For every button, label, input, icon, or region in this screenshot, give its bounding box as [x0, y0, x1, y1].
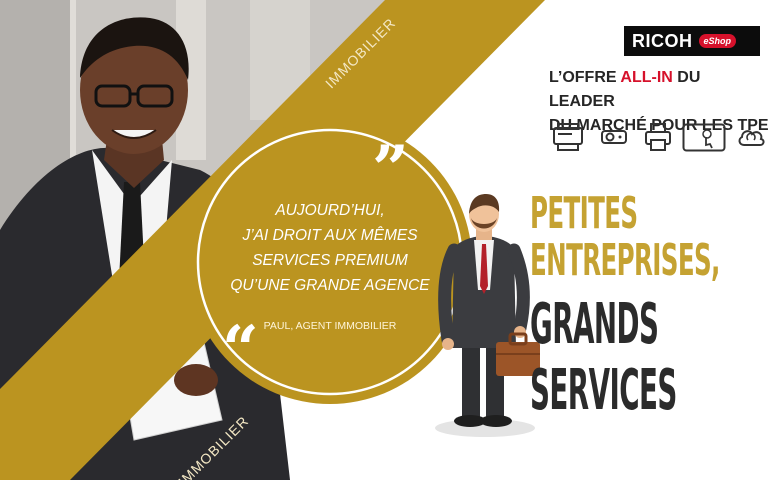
offer-accent: ALL-IN	[620, 69, 673, 86]
headline-line-4: services	[530, 358, 677, 423]
brand-name: RICOH	[632, 30, 693, 51]
quote-open-mark: ”	[372, 132, 409, 207]
multifunction-printer-icon	[553, 123, 583, 151]
quote-line: Aujourd’hui,	[275, 202, 385, 219]
headline-line-1: Petites	[530, 188, 638, 239]
offer-line-1: L’offre ALL-IN du leader	[549, 66, 769, 114]
product-icons	[552, 122, 766, 156]
quote-line: services premium	[252, 252, 408, 269]
projector-icon	[601, 130, 627, 144]
cloud-sync-icon	[738, 130, 765, 146]
eshop-badge: eShop	[698, 34, 737, 48]
headline-line-2: entreprises,	[530, 235, 720, 286]
quote-close-mark: “	[222, 312, 259, 387]
ad-banner: IMMOBILIER IMMOBILIER ” Aujourd’hui, j’a…	[0, 0, 782, 480]
ricoh-eshop-logo[interactable]: RICOH eShop	[624, 26, 760, 56]
printer-icon	[645, 123, 671, 151]
quote-line: j’ai droit aux mêmes	[242, 227, 418, 244]
businessman-illustration	[438, 194, 540, 427]
interactive-display-icon	[682, 123, 726, 152]
testimonial-quote: Aujourd’hui, j’ai droit aux mêmes servic…	[212, 198, 448, 298]
offer-prefix: L’offre	[549, 69, 621, 86]
headline-line-3: grands	[530, 292, 659, 357]
quote-line: qu’une grande agence	[230, 277, 430, 294]
